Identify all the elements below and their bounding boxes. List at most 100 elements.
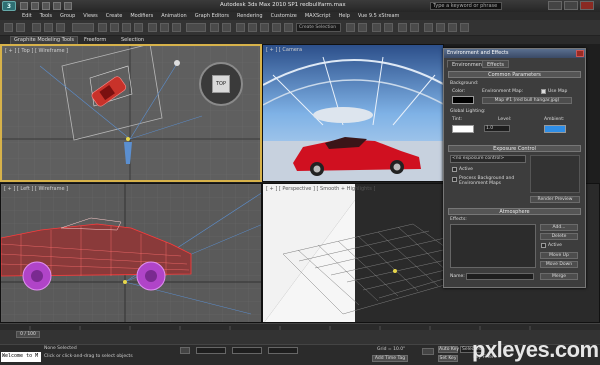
- menu-help[interactable]: Help: [339, 13, 350, 19]
- rotate-icon[interactable]: [160, 23, 169, 32]
- viewport-left[interactable]: [ + ] [ Left ] [ Wireframe ]: [0, 183, 262, 323]
- render-production-icon[interactable]: [460, 23, 469, 32]
- schematic-view-icon[interactable]: [410, 23, 419, 32]
- rendered-frame-window-icon[interactable]: [448, 23, 457, 32]
- exposure-control-dropdown[interactable]: <no exposure control>: [450, 155, 526, 163]
- menu-maxscript[interactable]: MAXScript: [305, 13, 331, 19]
- minimize-icon[interactable]: [548, 1, 562, 10]
- viewport-label[interactable]: [ + ] [ Top ] [ Wireframe ]: [5, 48, 68, 54]
- scale-icon[interactable]: [172, 23, 181, 32]
- maxscript-listener[interactable]: Welcome to M: [1, 352, 41, 362]
- link-icon[interactable]: [32, 23, 41, 32]
- angle-snap-icon[interactable]: [248, 23, 257, 32]
- menu-group[interactable]: Group: [60, 13, 75, 19]
- time-slider-thumb[interactable]: 0 / 100: [16, 331, 40, 338]
- undo-icon[interactable]: [53, 2, 61, 10]
- menu-modifiers[interactable]: Modifiers: [130, 13, 153, 19]
- lock-selection-icon[interactable]: [180, 347, 190, 354]
- window-crossing-icon[interactable]: [134, 23, 143, 32]
- effect-active-checkbox[interactable]: [541, 243, 546, 248]
- rollout-common-parameters[interactable]: Common Parameters: [448, 71, 581, 78]
- menu-tools[interactable]: Tools: [40, 13, 52, 19]
- search-input[interactable]: Type a keyword or phrase: [430, 2, 502, 10]
- select-object-icon[interactable]: [98, 23, 107, 32]
- rectangular-selection-icon[interactable]: [122, 23, 131, 32]
- auto-key-button[interactable]: Auto Key: [438, 346, 459, 353]
- move-icon[interactable]: [148, 23, 157, 32]
- add-time-tag-button[interactable]: Add Time Tag: [372, 355, 408, 362]
- viewcube-ring[interactable]: TOP: [199, 62, 243, 106]
- ambient-color-swatch[interactable]: [544, 125, 566, 133]
- tab-graphite-modeling-tools[interactable]: Graphite Modeling Tools: [10, 36, 79, 44]
- menu-vue[interactable]: Vue 9.5 xStream: [358, 13, 400, 19]
- merge-button[interactable]: Merge: [540, 273, 578, 280]
- redo-icon[interactable]: [64, 2, 72, 10]
- edit-named-selection-icon[interactable]: [284, 23, 293, 32]
- move-down-button[interactable]: Move Down: [540, 261, 578, 268]
- viewport-label[interactable]: [ + ] [ Left ] [ Wireframe ]: [4, 186, 68, 192]
- layer-manager-icon[interactable]: [372, 23, 381, 32]
- use-map-checkbox[interactable]: [541, 89, 546, 94]
- environment-map-button[interactable]: Map #1 (red bull hangar.jpg): [482, 97, 572, 104]
- dialog-title[interactable]: Environment and Effects: [444, 49, 585, 58]
- exposure-active-checkbox[interactable]: [452, 167, 457, 172]
- graphite-toggle-icon[interactable]: [384, 23, 393, 32]
- set-key-button[interactable]: Set Key: [438, 355, 458, 362]
- unlink-icon[interactable]: [44, 23, 53, 32]
- z-coordinate-field[interactable]: [268, 347, 298, 354]
- background-color-swatch[interactable]: [452, 96, 474, 104]
- add-effect-button[interactable]: Add...: [540, 224, 578, 231]
- open-icon[interactable]: [31, 2, 39, 10]
- select-by-name-icon[interactable]: [110, 23, 119, 32]
- select-manipulate-icon[interactable]: [222, 23, 231, 32]
- tab-selection[interactable]: Selection: [121, 37, 144, 43]
- menu-graph-editors[interactable]: Graph Editors: [195, 13, 229, 19]
- snaps-toggle-icon[interactable]: [236, 23, 245, 32]
- bind-space-warp-icon[interactable]: [56, 23, 65, 32]
- menu-customize[interactable]: Customize: [271, 13, 297, 19]
- effect-name-field[interactable]: [466, 273, 534, 280]
- spinner-snap-icon[interactable]: [272, 23, 281, 32]
- viewport-label[interactable]: [ + ] [ Perspective ] [ Smooth + Highlig…: [266, 186, 375, 192]
- undo-icon[interactable]: [4, 23, 13, 32]
- app-logo-icon[interactable]: 3: [2, 1, 16, 11]
- move-up-button[interactable]: Move Up: [540, 252, 578, 259]
- menu-edit[interactable]: Edit: [22, 13, 32, 19]
- mirror-icon[interactable]: [346, 23, 355, 32]
- level-spinner[interactable]: 1.0: [484, 125, 510, 132]
- rollout-atmosphere[interactable]: Atmosphere: [448, 208, 581, 215]
- x-coordinate-field[interactable]: [196, 347, 226, 354]
- align-icon[interactable]: [358, 23, 367, 32]
- curve-editor-icon[interactable]: [398, 23, 407, 32]
- percent-snap-icon[interactable]: [260, 23, 269, 32]
- menu-views[interactable]: Views: [83, 13, 97, 19]
- maximize-icon[interactable]: [564, 1, 578, 10]
- tab-freeform[interactable]: Freeform: [84, 37, 106, 43]
- save-icon[interactable]: [42, 2, 50, 10]
- new-icon[interactable]: [20, 2, 28, 10]
- render-preview-button[interactable]: Render Preview: [530, 196, 580, 203]
- tab-effects[interactable]: Effects: [482, 60, 509, 68]
- key-mode-icon[interactable]: [422, 348, 434, 355]
- redo-icon[interactable]: [16, 23, 25, 32]
- tint-color-swatch[interactable]: [452, 125, 474, 133]
- effects-list[interactable]: [450, 224, 536, 268]
- delete-effect-button[interactable]: Delete: [540, 233, 578, 240]
- reference-coordinate-dropdown[interactable]: [186, 23, 206, 32]
- close-icon[interactable]: [576, 50, 584, 57]
- viewport-top[interactable]: [ + ] [ Top ] [ Wireframe ] TOP: [0, 44, 262, 182]
- menu-rendering[interactable]: Rendering: [237, 13, 263, 19]
- y-coordinate-field[interactable]: [232, 347, 262, 354]
- process-background-checkbox[interactable]: [452, 177, 457, 182]
- pivot-center-icon[interactable]: [210, 23, 219, 32]
- viewport-camera[interactable]: [ + ] [ Camera: [262, 44, 444, 182]
- menu-animation[interactable]: Animation: [161, 13, 187, 19]
- viewcube-top-face[interactable]: TOP: [212, 75, 230, 93]
- rollout-exposure-control[interactable]: Exposure Control: [448, 145, 581, 152]
- menu-create[interactable]: Create: [106, 13, 123, 19]
- material-editor-icon[interactable]: [424, 23, 433, 32]
- viewport-label[interactable]: [ + ] [ Camera: [266, 47, 302, 53]
- timeline-track[interactable]: [0, 323, 600, 331]
- close-icon[interactable]: [580, 1, 594, 10]
- selection-filter-dropdown[interactable]: [72, 23, 94, 32]
